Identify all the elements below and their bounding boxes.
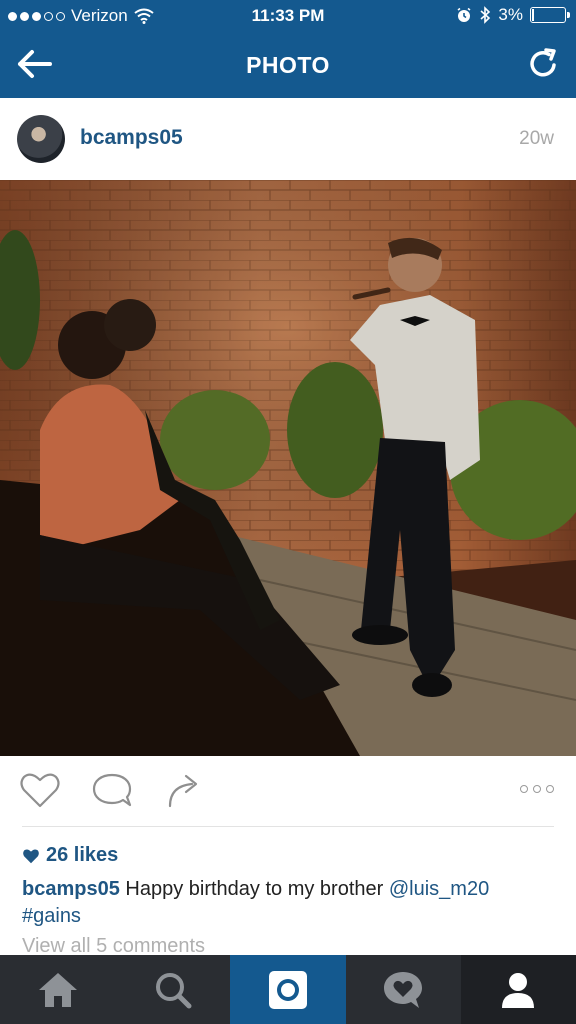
post-age: 20w <box>519 128 554 149</box>
comment-bubble-icon[interactable] <box>90 770 134 810</box>
battery-icon <box>530 7 570 23</box>
post-caption: bcamps05 Happy birthday to my brother @l… <box>22 876 552 930</box>
tab-profile[interactable] <box>460 955 576 1024</box>
activity-heart-bubble-icon <box>384 971 423 1008</box>
tab-activity[interactable] <box>346 955 461 1024</box>
photo-image <box>0 180 576 756</box>
post-header: bcamps05 20w <box>0 98 576 180</box>
tab-explore[interactable] <box>115 955 230 1024</box>
refresh-icon[interactable] <box>524 46 564 82</box>
profile-icon <box>502 972 535 1008</box>
nav-bar: PHOTO <box>0 32 576 98</box>
avatar[interactable] <box>17 115 65 163</box>
caption-hashtag[interactable]: #gains <box>22 905 81 927</box>
divider <box>22 826 554 827</box>
camera-icon <box>268 970 307 1009</box>
likes-label: 26 likes <box>46 844 119 866</box>
search-icon <box>155 972 192 1008</box>
post-photo[interactable] <box>0 180 576 756</box>
likes-count[interactable]: 26 likes <box>22 844 118 867</box>
bluetooth-icon <box>480 6 491 24</box>
caption-username[interactable]: bcamps05 <box>22 878 120 900</box>
caption-mention[interactable]: @luis_m20 <box>389 878 489 900</box>
post-actions <box>0 756 576 826</box>
like-heart-icon[interactable] <box>18 770 62 810</box>
more-options-icon[interactable] <box>520 785 554 793</box>
page-title: PHOTO <box>246 52 330 78</box>
small-heart-icon <box>23 848 39 863</box>
post-username[interactable]: bcamps05 <box>80 126 183 150</box>
alarm-clock-icon <box>457 7 471 22</box>
top-bar: Verizon 11:33 PM 3% PHOTO <box>0 0 576 98</box>
tab-camera[interactable] <box>230 955 346 1024</box>
battery-percent: 3% <box>498 5 523 24</box>
home-icon <box>38 972 77 1007</box>
caption-text: Happy birthday to my brother <box>119 878 389 900</box>
status-bar: Verizon 11:33 PM 3% <box>0 0 576 32</box>
tab-home[interactable] <box>0 955 115 1024</box>
tab-bar <box>0 955 576 1024</box>
share-arrow-icon[interactable] <box>162 770 206 810</box>
